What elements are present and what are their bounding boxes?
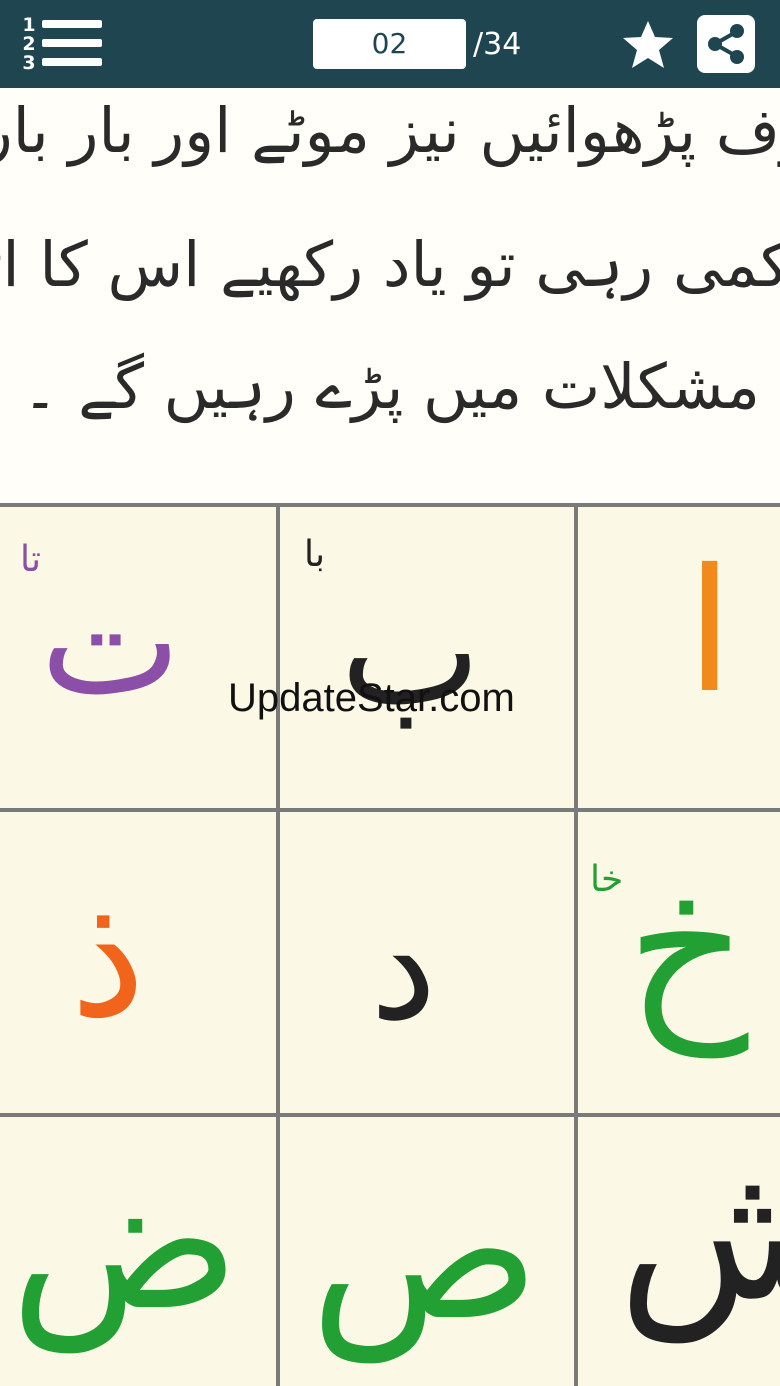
letter-cell-zaal[interactable]: ذ bbox=[0, 812, 280, 1117]
share-icon bbox=[708, 24, 744, 64]
letter-cell-alif[interactable]: ا bbox=[578, 507, 780, 812]
page-number-input[interactable]: 02 bbox=[313, 19, 466, 69]
text-line-1: رف پڑھوائیں نیز موٹے اور بار بار bbox=[0, 94, 780, 167]
letter-cell-saad[interactable]: ص bbox=[280, 1117, 578, 1386]
book-page: رف پڑھوائیں نیز موٹے اور بار بار کمی رہی… bbox=[0, 88, 780, 1386]
letter-cell-kha[interactable]: خ خا bbox=[578, 812, 780, 1117]
letter-cell-ta[interactable]: ت تا bbox=[0, 507, 280, 812]
letter-name-ba: با bbox=[304, 534, 325, 575]
letter-saad: ص bbox=[310, 1141, 540, 1362]
star-icon bbox=[623, 21, 673, 68]
bookmark-button[interactable] bbox=[620, 18, 676, 72]
top-toolbar: 1 2 3 02 /34 bbox=[0, 0, 780, 88]
share-button[interactable] bbox=[697, 15, 755, 73]
page-total-label: /34 bbox=[473, 27, 522, 62]
letter-cell-ba[interactable]: ب با bbox=[280, 507, 578, 812]
letter-cell-sheen[interactable]: ش bbox=[578, 1117, 780, 1386]
letter-daal: د bbox=[370, 880, 437, 1054]
letter-name-kha: خا bbox=[590, 859, 624, 900]
text-line-2: کمی رہی تو یاد رکھیے اس کا اثر بہت bbox=[0, 228, 780, 301]
letter-zaal: ذ bbox=[70, 858, 146, 1056]
letter-name-ta: تا bbox=[20, 539, 41, 580]
letter-cell-daal[interactable]: د bbox=[280, 812, 578, 1117]
letter-cell-zaad[interactable]: ض bbox=[0, 1117, 280, 1386]
numbered-list-icon: 1 2 3 bbox=[18, 16, 40, 73]
watermark-text: UpdateStar.com bbox=[228, 676, 515, 720]
letter-kha: خ bbox=[626, 836, 749, 1057]
letter-alif: ا bbox=[686, 533, 734, 731]
letter-grid: ت تا ب با ا ذ د خ خا ض ص ش bbox=[0, 503, 780, 1386]
letter-sheen: ش bbox=[618, 1121, 780, 1342]
text-line-3: مشکلات میں پڑے رہیں گے ۔ bbox=[22, 350, 760, 423]
page-index-button[interactable]: 1 2 3 bbox=[14, 10, 102, 78]
index-number-3: 3 bbox=[22, 52, 36, 74]
list-lines-icon bbox=[42, 20, 102, 77]
letter-zaad: ض bbox=[10, 1131, 240, 1352]
page-text-area: رف پڑھوائیں نیز موٹے اور بار بار کمی رہی… bbox=[0, 88, 780, 503]
letter-ta: ت bbox=[40, 555, 182, 729]
